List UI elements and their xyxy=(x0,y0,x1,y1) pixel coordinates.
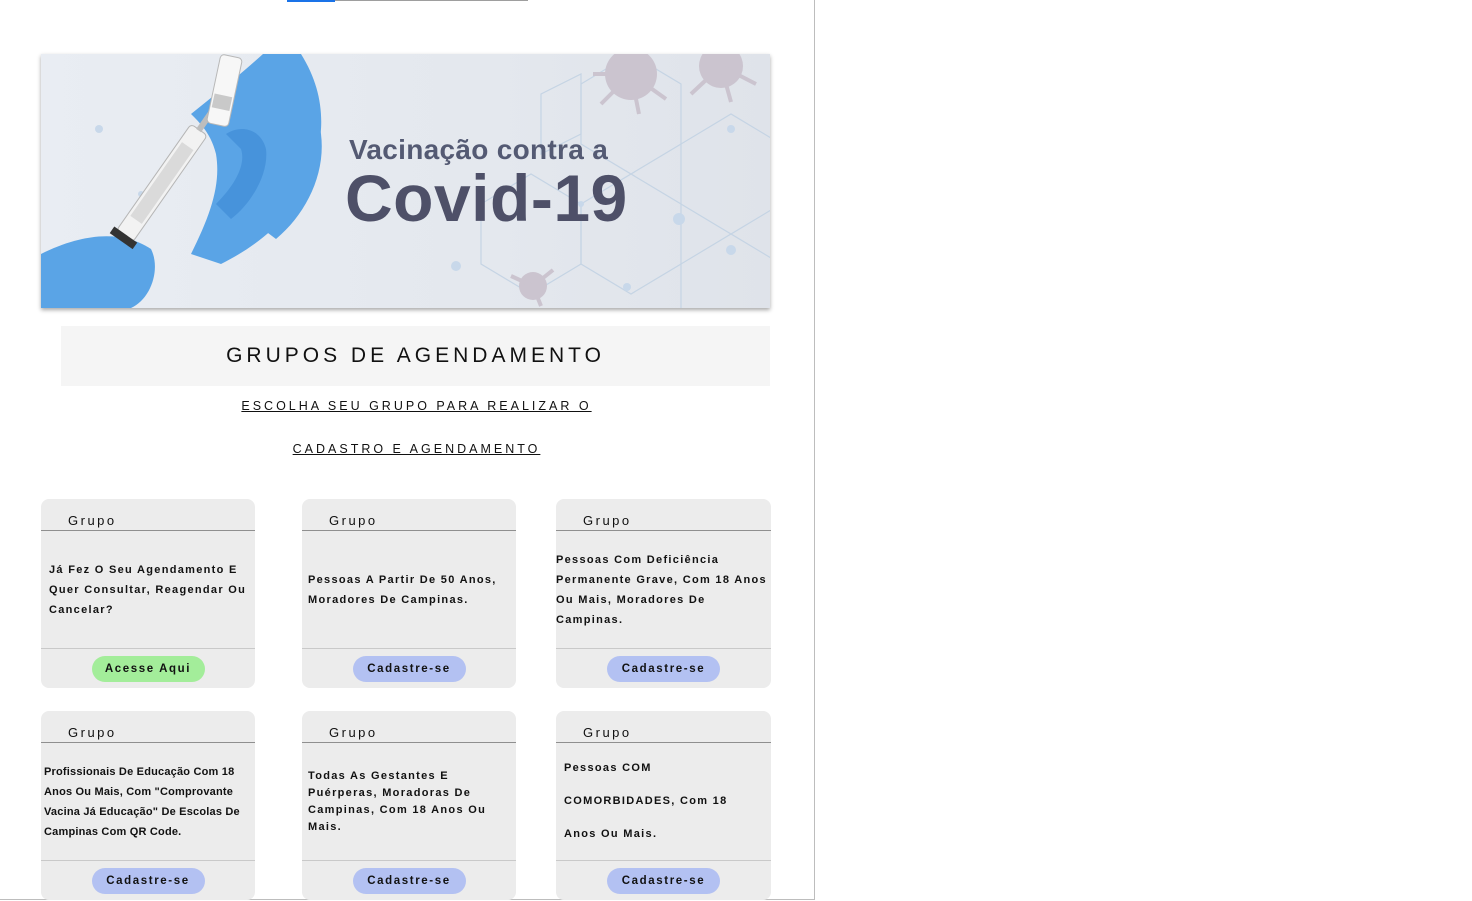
card-footer: Cadastre-se xyxy=(302,860,516,901)
card-description: Pessoas A Partir De 50 Anos, Moradores D… xyxy=(308,573,497,606)
card-header-label: Grupo xyxy=(583,513,632,528)
card-footer: Acesse Aqui xyxy=(41,648,255,689)
group-card-disability: Grupo Pessoas Com Deficiência Permanente… xyxy=(556,499,771,688)
group-card-comorbidities: Grupo Pessoas COM COMORBIDADES, Com 18 A… xyxy=(556,711,771,900)
card-header-label: Grupo xyxy=(329,513,378,528)
card-description: Pessoas COM COMORBIDADES, Com 18 Anos Ou… xyxy=(564,762,728,840)
register-button[interactable]: Cadastre-se xyxy=(607,656,720,682)
section-title-box: GRUPOS DE AGENDAMENTO xyxy=(61,326,770,386)
card-header: Grupo xyxy=(41,499,255,531)
card-header-label: Grupo xyxy=(68,725,117,740)
card-footer: Cadastre-se xyxy=(556,860,771,901)
card-header-label: Grupo xyxy=(68,513,117,528)
card-header: Grupo xyxy=(556,711,771,743)
register-button[interactable]: Cadastre-se xyxy=(91,868,205,894)
top-active-indicator xyxy=(287,0,335,2)
card-header: Grupo xyxy=(302,499,516,531)
card-footer: Cadastre-se xyxy=(302,648,516,689)
group-card-scheduling-lookup: Grupo Já Fez O Seu Agendamento E Quer Co… xyxy=(41,499,255,688)
covid-vaccination-banner: Vacinação contra a Covid-19 xyxy=(41,54,770,308)
card-header: Grupo xyxy=(302,711,516,743)
banner-title-line2: Covid-19 xyxy=(345,161,628,235)
card-description: Profissionais De Educação Com 18 Anos Ou… xyxy=(44,765,240,838)
card-header-label: Grupo xyxy=(329,725,378,740)
group-card-pregnant-women: Grupo Todas As Gestantes E Puérperas, Mo… xyxy=(302,711,516,900)
card-description: Pessoas Com Deficiência Permanente Grave… xyxy=(556,553,767,626)
page-container: Vacinação contra a Covid-19 GRUPOS DE AG… xyxy=(0,0,815,900)
group-card-50-plus: Grupo Pessoas A Partir De 50 Anos, Morad… xyxy=(302,499,516,688)
card-footer: Cadastre-se xyxy=(556,648,771,689)
access-here-button[interactable]: Acesse Aqui xyxy=(91,656,205,682)
card-description: Já Fez O Seu Agendamento E Quer Consulta… xyxy=(49,563,247,616)
register-button[interactable]: Cadastre-se xyxy=(352,868,466,894)
card-footer: Cadastre-se xyxy=(41,860,255,901)
section-title: GRUPOS DE AGENDAMENTO xyxy=(226,344,605,367)
card-header: Grupo xyxy=(556,499,771,531)
card-description: Todas As Gestantes E Puérperas, Moradora… xyxy=(308,769,487,833)
section-subtitle-line2: CADASTRO E AGENDAMENTO xyxy=(292,442,541,456)
card-header: Grupo xyxy=(41,711,255,743)
group-card-education-professionals: Grupo Profissionais De Educação Com 18 A… xyxy=(41,711,255,900)
register-button[interactable]: Cadastre-se xyxy=(607,868,720,894)
card-header-label: Grupo xyxy=(583,725,632,740)
section-subtitle-line1: ESCOLHA SEU GRUPO PARA REALIZAR O xyxy=(241,399,592,413)
register-button[interactable]: Cadastre-se xyxy=(352,656,466,682)
